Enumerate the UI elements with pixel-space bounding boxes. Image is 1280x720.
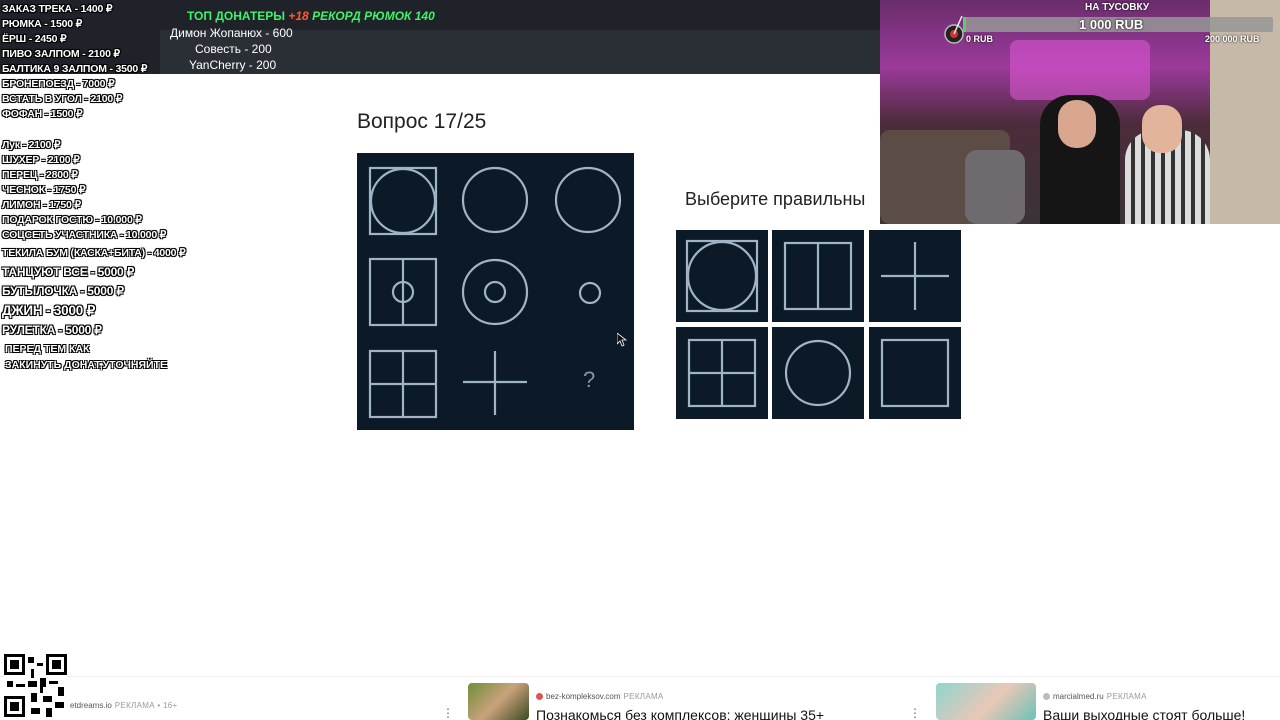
donation-note-line: ЗАКИНУТЬ ДОНАТ,УТОЧНЯЙТЕ — [5, 359, 168, 371]
price-item: ПОДАРОК ГОСТЮ - 10.000 ₽ — [2, 214, 142, 226]
streamer-left-head — [1058, 100, 1096, 148]
cross-figure — [463, 351, 527, 415]
ad-menu-icon[interactable]: ⋮ — [442, 706, 454, 720]
mouse-cursor-icon — [617, 333, 627, 347]
top-donors-heading: ТОП ДОНАТЕРЫ +18 РЕКОРД РЮМОК 140 — [187, 9, 435, 23]
price-item: БАЛТИКА 9 ЗАЛПОМ - 3500 ₽ — [2, 63, 148, 75]
ad-domain: bez-kompleksov.com — [546, 692, 621, 701]
goal-min: 0 RUB — [966, 34, 994, 44]
donation-note-line: ПЕРЕД ТЕМ КАК — [5, 343, 90, 355]
top-donors-label: ТОП ДОНАТЕРЫ — [187, 9, 286, 23]
price-item: ТАНЦУЮТ ВСЕ - 5000 ₽ — [2, 265, 135, 279]
circle-figure — [554, 166, 622, 234]
ad-domain: marcialmed.ru — [1053, 692, 1104, 701]
answer-prompt: Выберите правильны — [685, 189, 866, 209]
answer-options — [676, 230, 961, 419]
figure-matrix: ? — [357, 153, 634, 430]
donor-entry: Совесть - 200 — [195, 42, 272, 56]
ad-thumbnail[interactable] — [936, 683, 1036, 720]
qr-code-icon — [4, 654, 67, 717]
price-item: ЗАКАЗ ТРЕКА - 1400 ₽ — [2, 3, 113, 15]
stream-screen: ТОП ДОНАТЕРЫ +18 РЕКОРД РЮМОК 140 Димон … — [0, 0, 1280, 720]
ad-tag: РЕКЛАМА — [623, 692, 664, 701]
price-item: ЛИМОН - 1750 ₽ — [2, 199, 81, 211]
question-title: Вопрос 17/25 — [357, 110, 487, 133]
ad-thumbnail[interactable] — [468, 683, 529, 720]
price-item: Лук - 2100 ₽ — [2, 139, 61, 151]
answer-option-square[interactable] — [869, 327, 961, 419]
ad-menu-icon[interactable]: ⋮ — [909, 706, 921, 720]
ad-favicon-icon — [536, 693, 543, 700]
price-item: ТЕКИЛА БУМ (КАСКА+БИТА) - 4000 ₽ — [2, 247, 186, 259]
dartboard-icon — [944, 15, 964, 44]
ad-source[interactable]: etdreams.io РЕКЛАМА • 16+ — [70, 701, 177, 710]
record-label: РЕКОРД РЮМОК 140 — [312, 9, 435, 23]
square-cross-figure — [368, 349, 438, 419]
goal-current-value: 1 000 RUB — [1079, 17, 1144, 32]
price-item: ДЖИН - 3000 ₽ — [2, 303, 96, 318]
price-item: ПЕРЕЦ - 2800 ₽ — [2, 169, 78, 181]
price-item: БУТЫЛОЧКА - 5000 ₽ — [2, 284, 124, 298]
donor-entry: Димон Жопанюх - 600 — [170, 26, 293, 40]
price-item: ШУХЕР - 2100 ₽ — [2, 154, 80, 166]
price-item: ФОФАН - 1500 ₽ — [2, 108, 83, 120]
missing-figure-mark: ? — [583, 367, 595, 392]
neon-light — [1010, 40, 1150, 100]
streamer-right-head — [1142, 105, 1182, 153]
goal-max: 200 000 RUB — [1205, 34, 1260, 44]
ad-favicon-icon — [1043, 693, 1050, 700]
ad-source[interactable]: marcialmed.ru РЕКЛАМА — [1043, 692, 1147, 701]
age-badge: +18 — [288, 9, 309, 23]
price-item: СОЦСЕТЬ УЧАСТНИКА - 10.000 ₽ — [2, 229, 167, 241]
answer-option-square-cross[interactable] — [676, 327, 768, 419]
price-item: ВСТАТЬ В УГОЛ - 2100 ₽ — [2, 93, 123, 105]
ad-title[interactable]: Познакомься без комплексов: женщины 35+ — [536, 707, 824, 720]
answer-option-square-circle[interactable] — [676, 230, 768, 322]
ad-domain: etdreams.io — [70, 701, 112, 710]
small-circle-figure — [578, 281, 602, 305]
ad-tag: РЕКЛАМА — [1106, 692, 1147, 701]
circle-figure — [461, 166, 529, 234]
circle-small-circle-figure — [461, 258, 529, 326]
price-item: ЁРШ - 2450 ₽ — [2, 33, 67, 45]
goal-progress-fill — [963, 17, 967, 32]
answer-option-cross[interactable] — [869, 230, 961, 322]
square-line-small-circle-figure — [368, 257, 438, 327]
answer-option-circle[interactable] — [772, 327, 864, 419]
answer-option-square-line[interactable] — [772, 230, 864, 322]
donor-entry: YanCherry - 200 — [189, 58, 277, 72]
goal-label: НА ТУСОВКУ — [1085, 2, 1150, 13]
price-item: РУЛЕТКА - 5000 ₽ — [2, 323, 102, 337]
price-item: РЮМКА - 1500 ₽ — [2, 18, 83, 30]
price-item: БРОНЕПОЕЗД - 7000 ₽ — [2, 78, 115, 90]
price-item: ПИВО ЗАЛПОМ - 2100 ₽ — [2, 48, 120, 60]
price-item: ЧЕСНОК - 1750 ₽ — [2, 184, 86, 196]
square-circle-figure — [368, 166, 438, 236]
ad-title[interactable]: Ваши выходные стоят больше! — [1043, 707, 1245, 720]
ad-source[interactable]: bez-kompleksov.com РЕКЛАМА — [536, 692, 664, 701]
ad-tag: РЕКЛАМА • 16+ — [114, 701, 178, 710]
chair-shape — [965, 150, 1025, 224]
